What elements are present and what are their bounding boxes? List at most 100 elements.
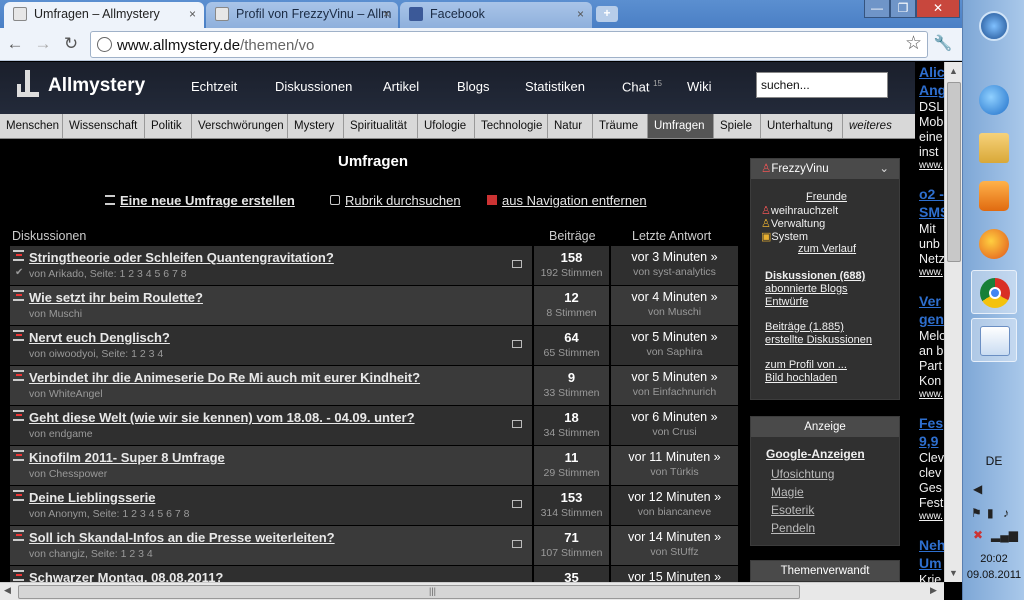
thread-last-reply-cell[interactable]: vor 4 Minuten » von Muschi — [611, 286, 738, 325]
internet-explorer-icon[interactable] — [971, 78, 1017, 122]
thread-title-link[interactable]: Wie setzt ihr beim Roulette? — [29, 290, 203, 305]
horizontal-scrollbar[interactable]: ◀ ||| ▶ — [0, 582, 944, 600]
nav-diskussionen[interactable]: Diskussionen — [275, 79, 352, 94]
category-spiele[interactable]: Spiele — [714, 114, 761, 138]
friend-item[interactable]: ▣System — [761, 230, 808, 243]
scrollbar-thumb[interactable]: ||| — [18, 585, 800, 599]
language-indicator[interactable]: DE — [963, 454, 1024, 468]
browse-action[interactable]: Rubrik durchsuchen — [330, 193, 461, 208]
browse-link[interactable]: Rubrik durchsuchen — [345, 193, 461, 208]
thread-row[interactable]: Schwarzer Montag, 08.08.2011? 35 vor 15 … — [10, 566, 738, 582]
clock-time[interactable]: 20:02 — [963, 553, 1024, 565]
category-ufologie[interactable]: Ufologie — [418, 114, 475, 138]
folder-icon[interactable] — [971, 126, 1017, 170]
category-technologie[interactable]: Technologie — [475, 114, 548, 138]
category-umfragen[interactable]: Umfragen — [648, 114, 714, 138]
ad-url[interactable]: www. — [919, 267, 943, 278]
signal-icon[interactable]: ▂▄▆ — [991, 528, 1018, 542]
last-reply-time[interactable]: vor 5 Minuten » — [611, 370, 738, 384]
search-input[interactable]: suchen... — [756, 72, 888, 98]
last-reply-time[interactable]: vor 4 Minuten » — [611, 290, 738, 304]
posts-link[interactable]: Beiträge (1.885) — [765, 321, 844, 333]
nav-statistiken[interactable]: Statistiken — [525, 79, 585, 94]
thread-last-reply-cell[interactable]: vor 11 Minuten » von Türkis — [611, 446, 738, 485]
thread-row[interactable]: ✔ Stringtheorie oder Schleifen Quantengr… — [10, 246, 738, 286]
remove-action[interactable]: aus Navigation entfernen — [487, 193, 647, 208]
thread-last-reply-cell[interactable]: vor 14 Minuten » von StUffz — [611, 526, 738, 565]
last-reply-time[interactable]: vor 12 Minuten » — [611, 490, 738, 504]
drafts-link[interactable]: Entwürfe — [765, 296, 808, 308]
nav-echtzeit[interactable]: Echtzeit — [191, 79, 237, 94]
volume-icon[interactable]: ♪ — [1003, 506, 1009, 520]
friends-link[interactable]: Freunde — [806, 191, 847, 203]
thread-title-link[interactable]: Nervt euch Denglisch? — [29, 330, 170, 345]
thread-last-reply-cell[interactable]: vor 5 Minuten » von Saphira — [611, 326, 738, 365]
thread-row[interactable]: Wie setzt ihr beim Roulette? von Muschi … — [10, 286, 738, 326]
thread-last-reply-cell[interactable]: vor 15 Minuten » — [611, 566, 738, 582]
ad-url[interactable]: www. — [919, 389, 943, 400]
scroll-right-icon[interactable]: ▶ — [930, 585, 937, 596]
ad-headline[interactable]: Ver — [919, 293, 941, 309]
category-spiritualitaet[interactable]: Spiritualität — [344, 114, 418, 138]
new-poll-action[interactable]: Eine neue Umfrage erstellen — [105, 193, 295, 208]
clock-date[interactable]: 09.08.2011 — [963, 569, 1024, 581]
category-mystery[interactable]: Mystery — [288, 114, 344, 138]
star-icon[interactable]: ☆ — [905, 32, 922, 55]
category-politik[interactable]: Politik — [145, 114, 192, 138]
friend-item[interactable]: ♙weihrauchzelt — [761, 204, 838, 217]
thread-title-link[interactable]: Verbindet ihr die Animeserie Do Re Mi au… — [29, 370, 420, 385]
ad-headline[interactable]: Fes — [919, 415, 943, 431]
last-reply-time[interactable]: vor 11 Minuten » — [611, 450, 738, 464]
action-center-icon[interactable]: ⚑ — [971, 506, 982, 520]
ad-headline[interactable]: Alic — [919, 64, 945, 80]
address-bar[interactable]: www.allmystery.de/themen/vo ☆ — [90, 31, 928, 58]
nav-blogs[interactable]: Blogs — [457, 79, 490, 94]
thread-title-link[interactable]: Soll ich Skandal-Infos an die Presse wei… — [29, 530, 335, 545]
ad-link[interactable]: Magie — [771, 485, 804, 499]
category-verschwoerungen[interactable]: Verschwörungen — [192, 114, 288, 138]
thread-row[interactable]: Deine Lieblingsserie von Anonym, Seite: … — [10, 486, 738, 526]
last-reply-time[interactable]: vor 5 Minuten » — [611, 330, 738, 344]
ad-headline[interactable]: 9,9 — [919, 433, 938, 449]
back-arrow-icon[interactable]: ← — [4, 34, 26, 56]
discussions-link[interactable]: Diskussionen (688) — [765, 270, 865, 282]
new-poll-link[interactable]: Eine neue Umfrage erstellen — [120, 193, 295, 208]
thread-row[interactable]: Kinofilm 2011- Super 8 Umfrage von Chess… — [10, 446, 738, 486]
profile-link[interactable]: zum Profil von ... — [765, 359, 847, 371]
ad-headline[interactable]: o2 - — [919, 186, 944, 202]
tab-profil[interactable]: Profil von FrezzyVinu – Allm × — [206, 2, 398, 28]
scroll-left-icon[interactable]: ◀ — [4, 585, 11, 596]
last-reply-time[interactable]: vor 3 Minuten » — [611, 250, 738, 264]
reload-icon[interactable]: ↻ — [60, 34, 82, 56]
vertical-scrollbar[interactable]: ▲ ▼ — [944, 62, 962, 582]
thread-row[interactable]: Geht diese Welt (wie wir sie kennen) vom… — [10, 406, 738, 446]
thread-row[interactable]: Soll ich Skandal-Infos an die Presse wei… — [10, 526, 738, 566]
category-weiteres[interactable]: weiteres — [843, 114, 903, 138]
ad-headline[interactable]: Um — [919, 555, 942, 571]
chrome-icon[interactable] — [971, 270, 1017, 314]
thread-row[interactable]: Nervt euch Denglisch? von oiwoodyoi, Sei… — [10, 326, 738, 366]
media-player-icon[interactable] — [971, 174, 1017, 218]
minimize-button[interactable]: — — [864, 0, 890, 18]
subscribed-blogs-link[interactable]: abonnierte Blogs — [765, 283, 848, 295]
thread-title-link[interactable]: Geht diese Welt (wie wir sie kennen) vom… — [29, 410, 415, 425]
last-reply-time[interactable]: vor 15 Minuten » — [611, 570, 738, 582]
close-tab-icon[interactable]: × — [383, 2, 390, 26]
history-link[interactable]: zum Verlauf — [798, 243, 856, 255]
power-icon[interactable]: ✖ — [973, 528, 983, 542]
thread-title-link[interactable]: Deine Lieblingsserie — [29, 490, 155, 505]
word-icon[interactable] — [971, 318, 1017, 362]
category-natur[interactable]: Natur — [548, 114, 593, 138]
show-hidden-icons[interactable]: ◀ — [973, 482, 982, 496]
ad-link[interactable]: Ufosichtung — [771, 467, 834, 481]
scroll-down-icon[interactable]: ▼ — [949, 568, 958, 578]
start-orb-icon[interactable] — [971, 4, 1017, 48]
ad-headline[interactable]: gen — [919, 311, 944, 327]
close-tab-icon[interactable]: × — [189, 2, 196, 26]
close-window-button[interactable]: ✕ — [916, 0, 960, 18]
firefox-icon[interactable] — [971, 222, 1017, 266]
ad-headline[interactable]: Neh — [919, 537, 945, 553]
thread-title-link[interactable]: Kinofilm 2011- Super 8 Umfrage — [29, 450, 225, 465]
scroll-up-icon[interactable]: ▲ — [949, 66, 958, 76]
tab-facebook[interactable]: Facebook × — [400, 2, 592, 28]
